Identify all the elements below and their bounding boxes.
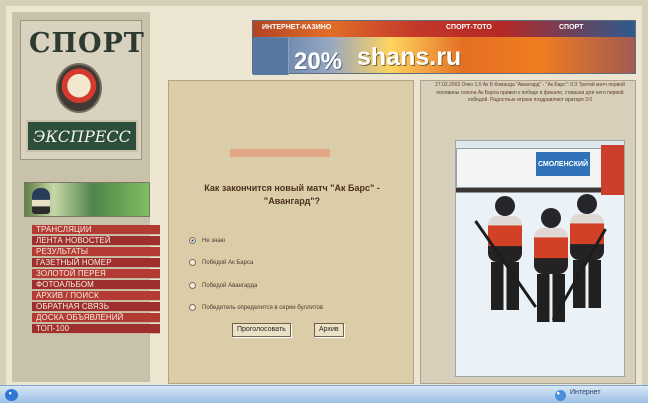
helmet-icon: [495, 196, 515, 216]
menu-item[interactable]: ГАЗЕТНЫЙ НОМЕР: [32, 258, 160, 268]
radio-selected-icon[interactable]: [189, 237, 196, 244]
menu-item[interactable]: ТРАНСЛЯЦИИ: [32, 225, 160, 235]
internet-label: Интернет: [570, 389, 601, 396]
archive-button[interactable]: Архив: [314, 323, 344, 337]
menu-item[interactable]: ОБРАТНАЯ СВЯЗЬ: [32, 302, 160, 312]
legs: [491, 262, 519, 310]
helmet-icon: [541, 208, 561, 228]
sidebar-banner[interactable]: [24, 182, 150, 217]
logo-bottom-text: ЭКСПРЕСС: [26, 120, 138, 152]
sidebar-caption: [24, 170, 140, 178]
site-logo[interactable]: СПОРТ ЭКСПРЕСС: [20, 20, 145, 160]
poll-option-label: Победой Ак Барса: [202, 259, 254, 266]
sidebar-menu: ТРАНСЛЯЦИИ ЛЕНТА НОВОСТЕЙ РЕЗУЛЬТАТЫ ГАЗ…: [32, 225, 160, 335]
legs: [573, 260, 601, 308]
taskbar: Интернет: [0, 385, 648, 403]
poll-title-decoration: [230, 149, 330, 157]
helmet-icon: [577, 194, 597, 214]
radio-icon[interactable]: [189, 304, 196, 311]
radio-icon[interactable]: [189, 282, 196, 289]
jersey: [488, 216, 522, 262]
vote-button[interactable]: Проголосовать: [232, 323, 291, 337]
poll-option[interactable]: Победой Ак Барса: [189, 256, 399, 269]
news-text[interactable]: 27.02.2002 Очко 1:0 Ак Б Команда "Аванга…: [430, 82, 630, 142]
shans-banner-ad[interactable]: ИНТЕРНЕТ-КАЗИНО СПОРТ-ТОТО СПОРТ 20% sha…: [252, 20, 636, 75]
poll-question: Как закончится новый матч "Ак Барс" - "А…: [204, 183, 380, 206]
poll-option-label: Не знаю: [202, 237, 226, 244]
radio-icon[interactable]: [189, 259, 196, 266]
rink-ad-text: СМОЛЕНСКИЙ: [536, 152, 590, 176]
banner-link[interactable]: СПОРТ: [559, 24, 583, 31]
menu-item[interactable]: РЕЗУЛЬТАТЫ: [32, 247, 160, 257]
hockey-player: [532, 208, 570, 328]
menu-item[interactable]: ЛЕНТА НОВОСТЕЙ: [32, 236, 160, 246]
banner-link[interactable]: ИНТЕРНЕТ-КАЗИНО: [262, 24, 331, 31]
menu-item[interactable]: АРХИВ / ПОИСК: [32, 291, 160, 301]
poll-option[interactable]: Победой Авангарда: [189, 279, 399, 292]
hockey-player: [568, 194, 606, 314]
menu-item[interactable]: ТОП-100: [32, 324, 160, 334]
menu-item[interactable]: ЗОЛОТОЙ ПЕРЕЯ: [32, 269, 160, 279]
poll-panel: Как закончится новый матч "Ак Барс" - "А…: [168, 80, 414, 384]
hockey-emblem-icon: [56, 63, 102, 113]
player-icon: [32, 188, 50, 214]
hockey-photo[interactable]: СМОЛЕНСКИЙ: [455, 140, 625, 377]
hockey-player: [486, 196, 524, 316]
menu-item[interactable]: ДОСКА ОБЪЯВЛЕНИЙ: [32, 313, 160, 323]
banner-ribbon: [253, 38, 289, 75]
banner-link[interactable]: СПОРТ-ТОТО: [446, 24, 492, 31]
legs: [537, 274, 565, 322]
poll-option-label: Победой Авангарда: [202, 282, 258, 289]
poll-option[interactable]: Не знаю: [189, 234, 399, 247]
jersey: [534, 228, 568, 274]
poll-option-label: Победитель определится в серии буллитов: [202, 304, 324, 311]
start-icon[interactable]: [5, 389, 18, 401]
logo-top-text: СПОРТ: [29, 28, 145, 59]
left-sidebar: СПОРТ ЭКСПРЕСС ТРАНСЛЯЦИИ ЛЕНТА НОВОСТЕЙ…: [12, 12, 160, 382]
banner-discount: 20%: [294, 48, 343, 75]
banner-link-bar: ИНТЕРНЕТ-КАЗИНО СПОРТ-ТОТО СПОРТ: [253, 21, 635, 37]
internet-icon: [555, 390, 566, 401]
rink-ad-red: [601, 145, 624, 195]
banner-site-name: shans.ru: [357, 43, 462, 71]
menu-item[interactable]: ФОТОАЛЬБОМ: [32, 280, 160, 290]
poll-option[interactable]: Победитель определится в серии буллитов: [189, 301, 399, 314]
